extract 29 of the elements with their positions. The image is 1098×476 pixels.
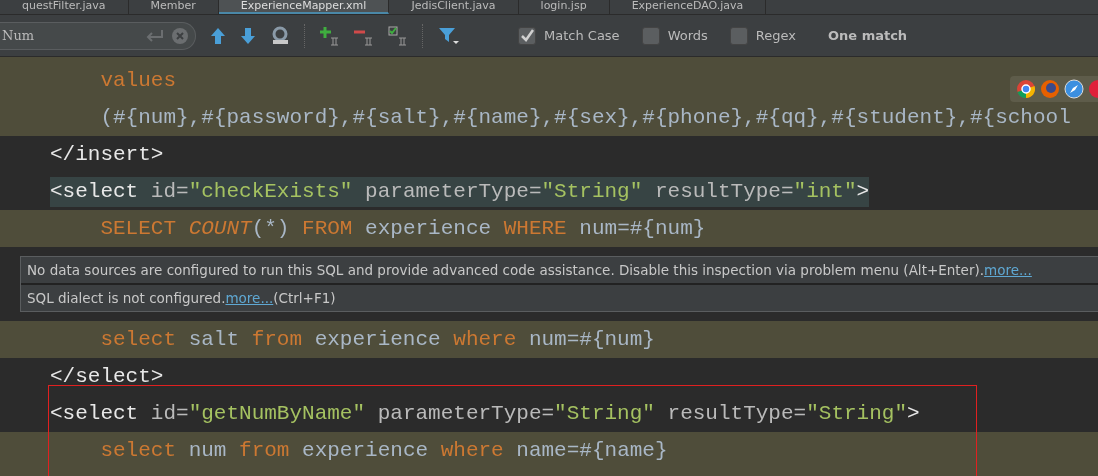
- editor-tab[interactable]: ExperienceMapper.xml: [218, 0, 390, 14]
- clear-icon[interactable]: [171, 26, 189, 45]
- more-link[interactable]: more...: [984, 262, 1032, 278]
- option-checkbox[interactable]: Match Case: [518, 26, 620, 45]
- code-line: </select>: [50, 363, 164, 390]
- select-all-icon[interactable]: [270, 25, 290, 46]
- search-field[interactable]: Num: [0, 21, 196, 50]
- option-checkbox[interactable]: Regex: [729, 26, 796, 45]
- code-line: values: [99, 67, 177, 94]
- option-checkbox[interactable]: Words: [641, 26, 708, 45]
- select-occurrences-icon[interactable]: [388, 25, 408, 46]
- add-occurrence-icon[interactable]: [320, 25, 340, 46]
- chrome-icon[interactable]: [1016, 79, 1036, 99]
- search-input[interactable]: Num: [0, 28, 139, 43]
- code-line: <select id="getNumByName" parameterType="String" resultType="String">: [50, 400, 920, 427]
- arrow-up-icon[interactable]: [210, 26, 226, 45]
- code-line: select salt from experience where num=#{num}: [99, 326, 655, 353]
- tooltip-text: SQL dialect is not configured.: [27, 290, 226, 306]
- more-link[interactable]: more...: [225, 290, 274, 306]
- code-line: SELECT COUNT(*) FROM experience WHERE num=#{num}: [99, 215, 706, 242]
- code-line: (#{num},#{password},#{salt},#{name},#{sex},#{phone},#{qq},#{student},#{school: [99, 104, 1071, 131]
- tooltip-text: No data sources are configured to run this SQL and provide advanced code assistance. Disable this inspection via problem menu (Alt+Enter).: [27, 262, 985, 278]
- code-line: </insert>: [50, 141, 164, 168]
- code-line: select num from experience where name=#{name}: [99, 437, 668, 464]
- arrow-down-icon[interactable]: [240, 26, 256, 45]
- filter-icon[interactable]: [438, 25, 460, 46]
- checkmark-icon: [520, 28, 534, 43]
- match-status: One match: [828, 28, 908, 43]
- shortcut-text: (Ctrl+F1): [273, 290, 336, 306]
